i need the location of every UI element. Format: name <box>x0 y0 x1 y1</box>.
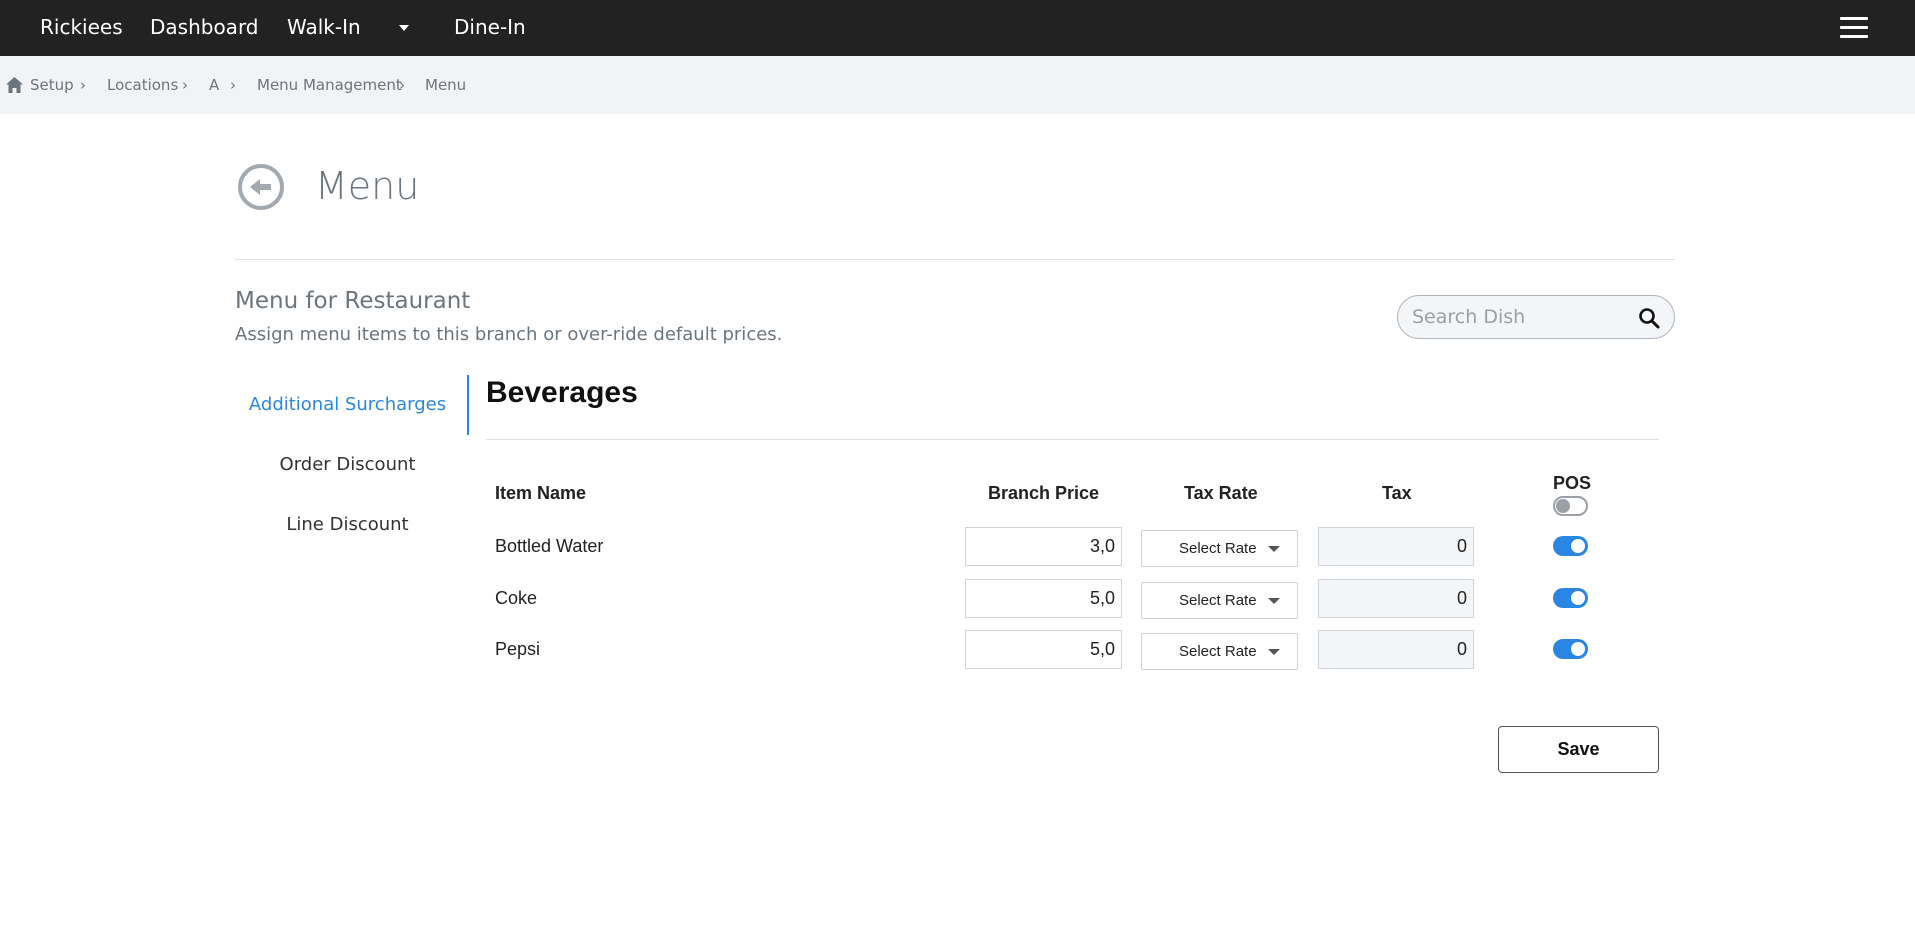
breadcrumb-menu-management[interactable]: Menu Management <box>257 56 402 114</box>
tax-rate-select[interactable]: Select Rate <box>1141 633 1298 670</box>
back-arrow-icon[interactable] <box>236 162 286 212</box>
section-subtitle: Assign menu items to this branch or over… <box>235 324 783 345</box>
breadcrumb-separator: › <box>80 76 86 94</box>
brand-link[interactable]: Rickiees <box>40 0 123 56</box>
top-navbar: Rickiees Dashboard Walk-In Dine-In <box>0 0 1915 56</box>
column-header-branch-price: Branch Price <box>988 483 1100 503</box>
search-dish-input[interactable] <box>1412 304 1632 330</box>
item-name: Pepsi <box>495 639 541 659</box>
home-icon[interactable] <box>6 77 23 93</box>
tax-rate-select-label: Select Rate <box>1179 540 1257 557</box>
sidebar-item-order-discount[interactable]: Order Discount <box>235 454 460 475</box>
item-name: Bottled Water <box>495 536 604 556</box>
breadcrumb-setup[interactable]: Setup <box>30 56 74 114</box>
breadcrumb-separator: › <box>182 76 188 94</box>
item-name: Coke <box>495 588 538 608</box>
hamburger-menu-icon[interactable] <box>1840 17 1868 39</box>
branch-price-input[interactable] <box>965 527 1122 566</box>
nav-walk-in[interactable]: Walk-In <box>287 0 361 56</box>
sidebar-item-line-discount[interactable]: Line Discount <box>235 514 460 535</box>
search-box <box>1397 295 1675 339</box>
breadcrumb-location-a[interactable]: A <box>209 56 219 114</box>
tax-rate-select-label: Select Rate <box>1179 592 1257 609</box>
category-divider <box>486 439 1659 440</box>
chevron-down-icon <box>1268 598 1280 604</box>
sidebar-active-indicator <box>467 375 469 435</box>
search-icon[interactable] <box>1638 307 1660 329</box>
tax-rate-select[interactable]: Select Rate <box>1141 530 1298 567</box>
nav-dashboard[interactable]: Dashboard <box>150 0 259 56</box>
breadcrumb-separator: › <box>399 76 405 94</box>
column-header-tax-rate: Tax Rate <box>1184 483 1258 503</box>
page-title: Menu <box>315 164 420 208</box>
column-header-pos: POS <box>1553 473 1592 493</box>
pos-toggle-all[interactable] <box>1553 496 1588 516</box>
column-header-item-name: Item Name <box>495 483 587 503</box>
sidebar-item-additional-surcharges[interactable]: Additional Surcharges <box>235 394 460 415</box>
tax-rate-select[interactable]: Select Rate <box>1141 582 1298 619</box>
section-title: Menu for Restaurant <box>235 288 471 314</box>
pos-toggle[interactable] <box>1553 536 1588 556</box>
walk-in-dropdown-caret-icon[interactable] <box>399 25 409 31</box>
branch-price-input[interactable] <box>965 579 1122 618</box>
tax-value-field <box>1318 527 1474 566</box>
tax-rate-select-label: Select Rate <box>1179 643 1257 660</box>
tax-value-field <box>1318 630 1474 669</box>
breadcrumb-locations[interactable]: Locations <box>107 56 178 114</box>
breadcrumb-separator: › <box>230 76 236 94</box>
nav-dine-in[interactable]: Dine-In <box>454 0 526 56</box>
header-divider <box>235 259 1675 260</box>
column-header-tax: Tax <box>1382 483 1412 503</box>
tax-value-field <box>1318 579 1474 618</box>
branch-price-input[interactable] <box>965 630 1122 669</box>
breadcrumb-menu: Menu <box>425 76 467 94</box>
category-title: Beverages <box>486 376 638 409</box>
pos-toggle[interactable] <box>1553 639 1588 659</box>
save-button[interactable]: Save <box>1498 726 1659 773</box>
chevron-down-icon <box>1268 649 1280 655</box>
chevron-down-icon <box>1268 546 1280 552</box>
pos-toggle[interactable] <box>1553 588 1588 608</box>
breadcrumb: Setup › Locations › A › Menu Management … <box>0 56 1915 114</box>
